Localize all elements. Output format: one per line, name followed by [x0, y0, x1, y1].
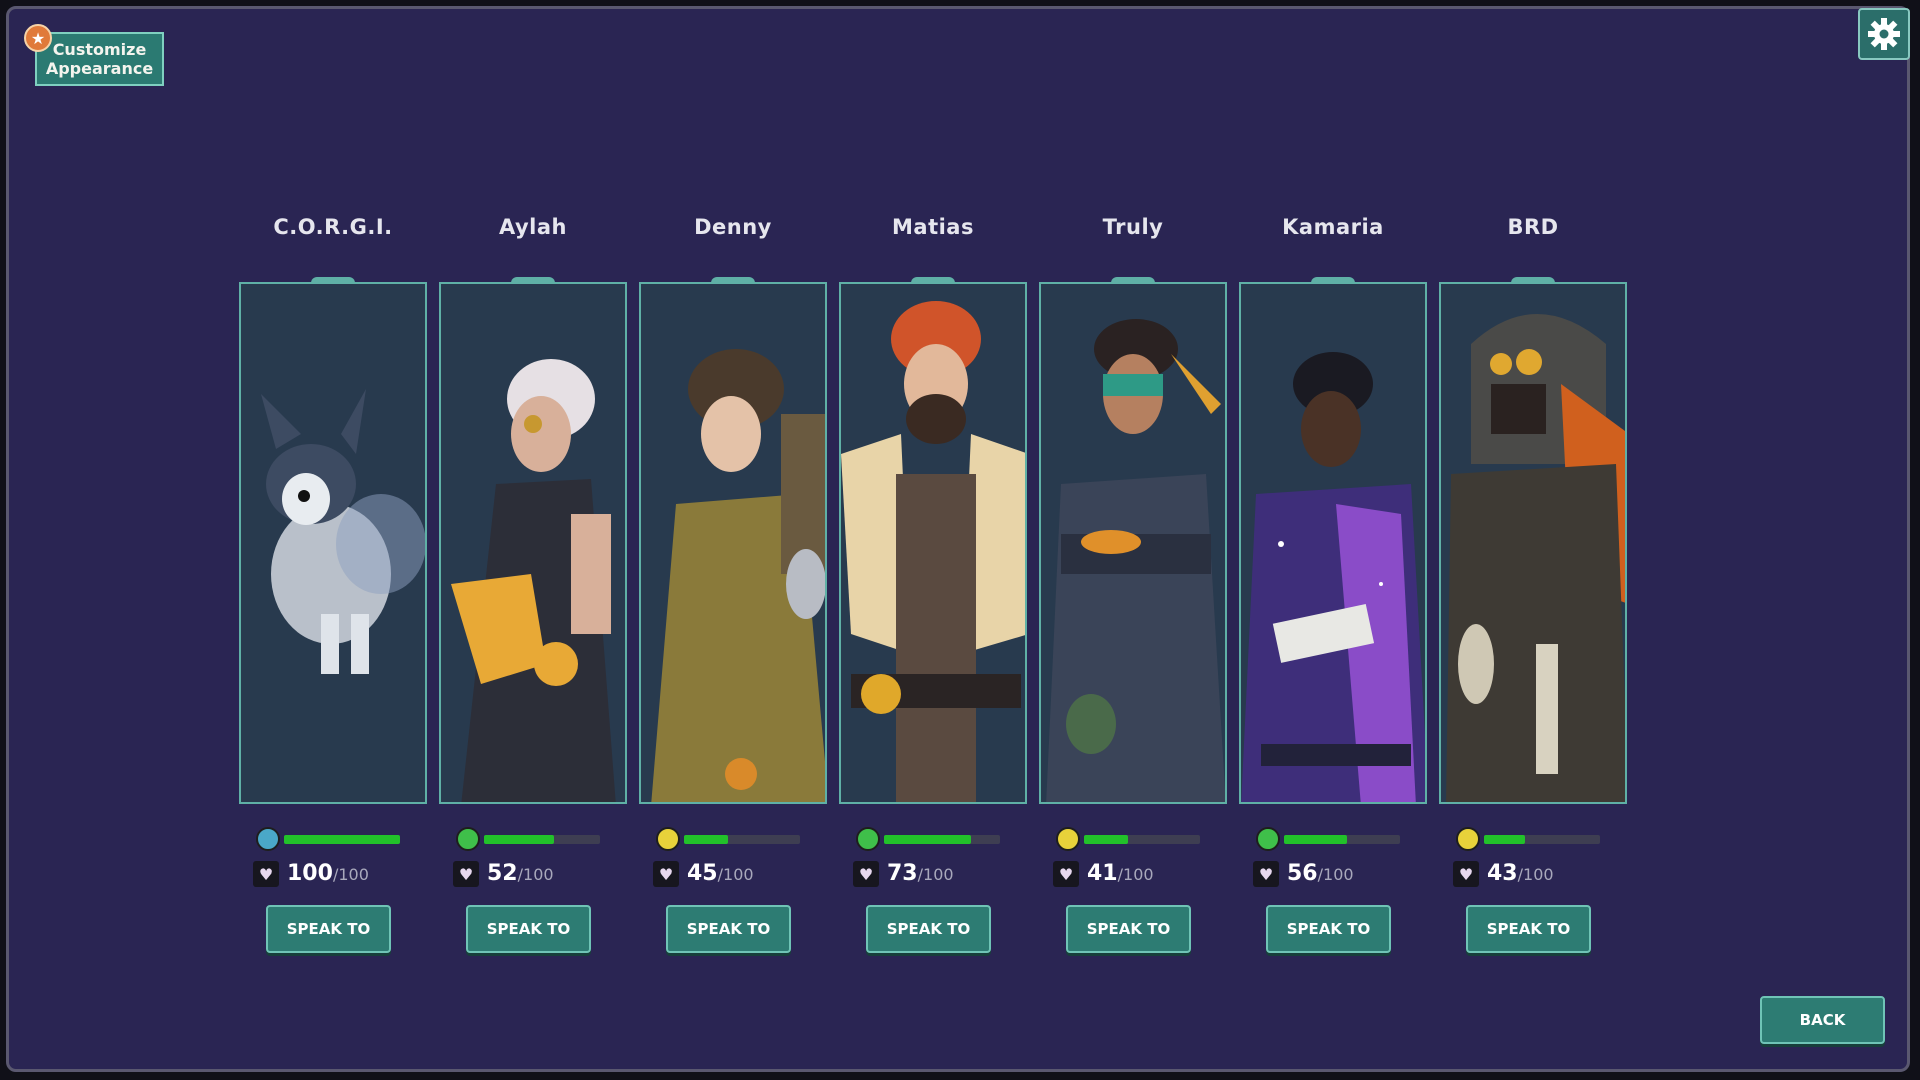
mood-meter: [1456, 827, 1626, 851]
mood-meter: [1056, 827, 1226, 851]
character-name: Matias: [892, 215, 974, 239]
affinity-max: /100: [1317, 865, 1354, 884]
character-card-kamaria: Kamaria ♥ 56/100 SPEAK TO: [1233, 215, 1433, 975]
affinity-readout: ♥ 45/100: [653, 861, 823, 889]
character-card-corgi: C.O.R.G.I. ♥ 100/100 SPEAK TO: [233, 215, 433, 975]
heart-icon: ♥: [853, 861, 879, 887]
mood-happy-icon: [256, 827, 280, 851]
character-card-aylah: Aylah ♥ 52/100 SPEAK TO: [433, 215, 633, 975]
star-icon: ★: [24, 24, 52, 52]
heart-icon: ♥: [1253, 861, 1279, 887]
affinity-max: /100: [1517, 865, 1554, 884]
affinity-max: /100: [1117, 865, 1154, 884]
character-name: Kamaria: [1282, 215, 1384, 239]
character-name: Denny: [694, 215, 772, 239]
heart-icon: ♥: [253, 861, 279, 887]
mood-bar-fill: [1284, 835, 1347, 844]
heart-icon: ♥: [1053, 861, 1079, 887]
affinity-max: /100: [517, 865, 554, 884]
mood-neutral-icon: [1056, 827, 1080, 851]
settings-button[interactable]: [1858, 8, 1910, 60]
mood-meter: [856, 827, 1026, 851]
character-card-matias: Matias ♥ 73/100 SPEAK TO: [833, 215, 1033, 975]
character-card-brd: BRD ♥ 43/100 SPEAK TO: [1433, 215, 1633, 975]
affinity-readout: ♥ 43/100: [1453, 861, 1623, 889]
character-name: Aylah: [498, 215, 567, 239]
mood-bar-fill: [1484, 835, 1525, 844]
affinity-value: 41: [1087, 861, 1118, 886]
affinity-value: 43: [1487, 861, 1518, 886]
mood-bar: [284, 835, 400, 844]
mood-bar: [884, 835, 1000, 844]
affinity-readout: ♥ 56/100: [1253, 861, 1423, 889]
customize-appearance-button[interactable]: Customize Appearance: [35, 32, 164, 86]
mood-meter: [656, 827, 826, 851]
back-button[interactable]: BACK: [1760, 996, 1885, 1044]
heart-icon: ♥: [453, 861, 479, 887]
character-name: C.O.R.G.I.: [273, 215, 393, 239]
affinity-readout: ♥ 73/100: [853, 861, 1023, 889]
mood-bar: [684, 835, 800, 844]
speak-to-button-denny[interactable]: SPEAK TO: [666, 905, 791, 953]
portrait-kamaria: [1239, 282, 1427, 804]
speak-to-button-aylah[interactable]: SPEAK TO: [466, 905, 591, 953]
speak-to-button-matias[interactable]: SPEAK TO: [866, 905, 991, 953]
character-card-denny: Denny ♥ 45/100 SPEAK TO: [633, 215, 833, 975]
affinity-value: 100: [287, 861, 333, 886]
mood-bar-fill: [484, 835, 554, 844]
mood-bar-fill: [884, 835, 971, 844]
speak-to-button-truly[interactable]: SPEAK TO: [1066, 905, 1191, 953]
affinity-value: 45: [687, 861, 718, 886]
mood-neutral-icon: [1456, 827, 1480, 851]
character-name: BRD: [1507, 215, 1559, 239]
character-card-truly: Truly ♥ 41/100 SPEAK TO: [1033, 215, 1233, 975]
portrait-matias: [839, 282, 1027, 804]
portrait-brd: [1439, 282, 1627, 804]
affinity-value: 56: [1287, 861, 1318, 886]
mood-neutral-icon: [656, 827, 680, 851]
portrait-truly: [1039, 282, 1227, 804]
mood-bar-fill: [284, 835, 400, 844]
heart-icon: ♥: [1453, 861, 1479, 887]
character-name: Truly: [1102, 215, 1164, 239]
mood-happy-icon: [856, 827, 880, 851]
mood-happy-icon: [456, 827, 480, 851]
mood-bar: [1284, 835, 1400, 844]
mood-meter: [456, 827, 626, 851]
customize-appearance-label: Customize Appearance: [45, 40, 154, 78]
mood-bar: [1484, 835, 1600, 844]
mood-bar: [1084, 835, 1200, 844]
affinity-readout: ♥ 52/100: [453, 861, 623, 889]
gear-icon: [1868, 18, 1900, 50]
affinity-max: /100: [917, 865, 954, 884]
speak-to-button-corgi[interactable]: SPEAK TO: [266, 905, 391, 953]
mood-meter: [256, 827, 426, 851]
mood-happy-icon: [1256, 827, 1280, 851]
portrait-corgi: [239, 282, 427, 804]
portrait-denny: [639, 282, 827, 804]
mood-meter: [1256, 827, 1426, 851]
affinity-max: /100: [717, 865, 754, 884]
mood-bar: [484, 835, 600, 844]
affinity-readout: ♥ 100/100: [253, 861, 423, 889]
speak-to-button-brd[interactable]: SPEAK TO: [1466, 905, 1591, 953]
mood-bar-fill: [1084, 835, 1129, 844]
affinity-value: 73: [887, 861, 918, 886]
affinity-readout: ♥ 41/100: [1053, 861, 1223, 889]
mood-bar-fill: [684, 835, 729, 844]
affinity-max: /100: [332, 865, 369, 884]
speak-to-button-kamaria[interactable]: SPEAK TO: [1266, 905, 1391, 953]
portrait-aylah: [439, 282, 627, 804]
affinity-value: 52: [487, 861, 518, 886]
heart-icon: ♥: [653, 861, 679, 887]
